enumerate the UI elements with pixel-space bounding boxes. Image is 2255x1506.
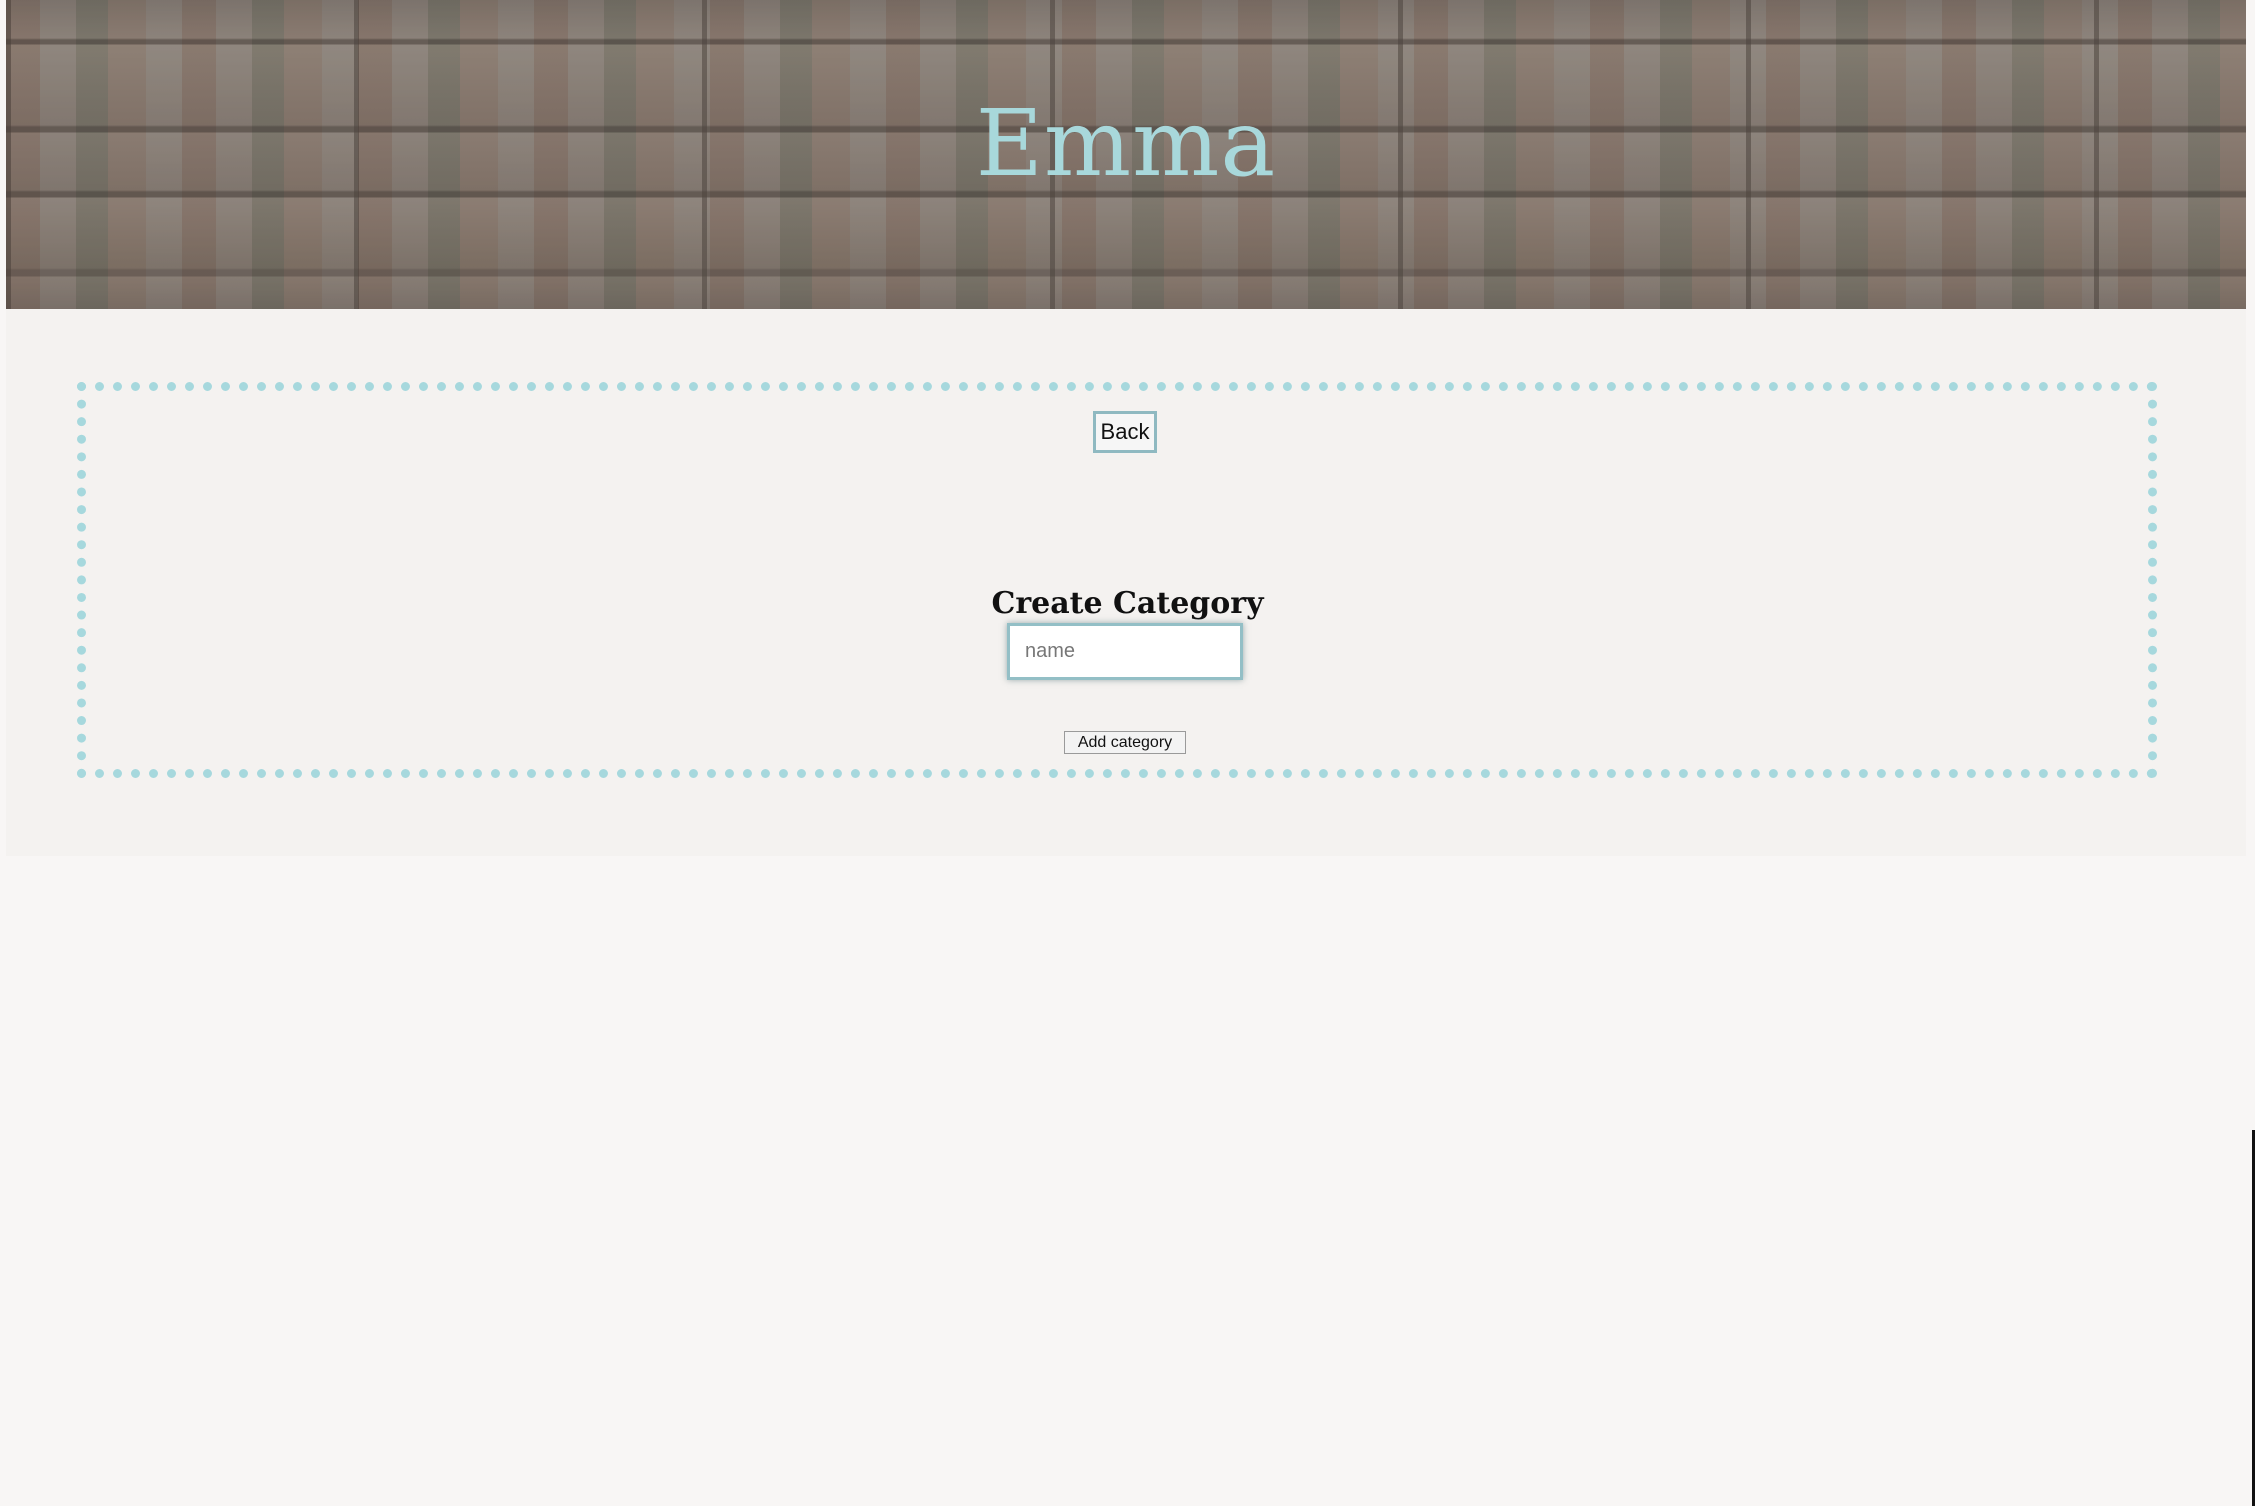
page-title: Emma — [975, 90, 1277, 197]
back-button[interactable]: Back — [1093, 411, 1157, 453]
page: Emma Back Create Category Add category — [0, 0, 2255, 1506]
create-category-heading: Create Category — [991, 585, 1264, 621]
add-category-button[interactable]: Add category — [1064, 731, 1186, 754]
category-name-input[interactable] — [1007, 623, 1243, 680]
hero-banner: Emma — [6, 0, 2246, 309]
